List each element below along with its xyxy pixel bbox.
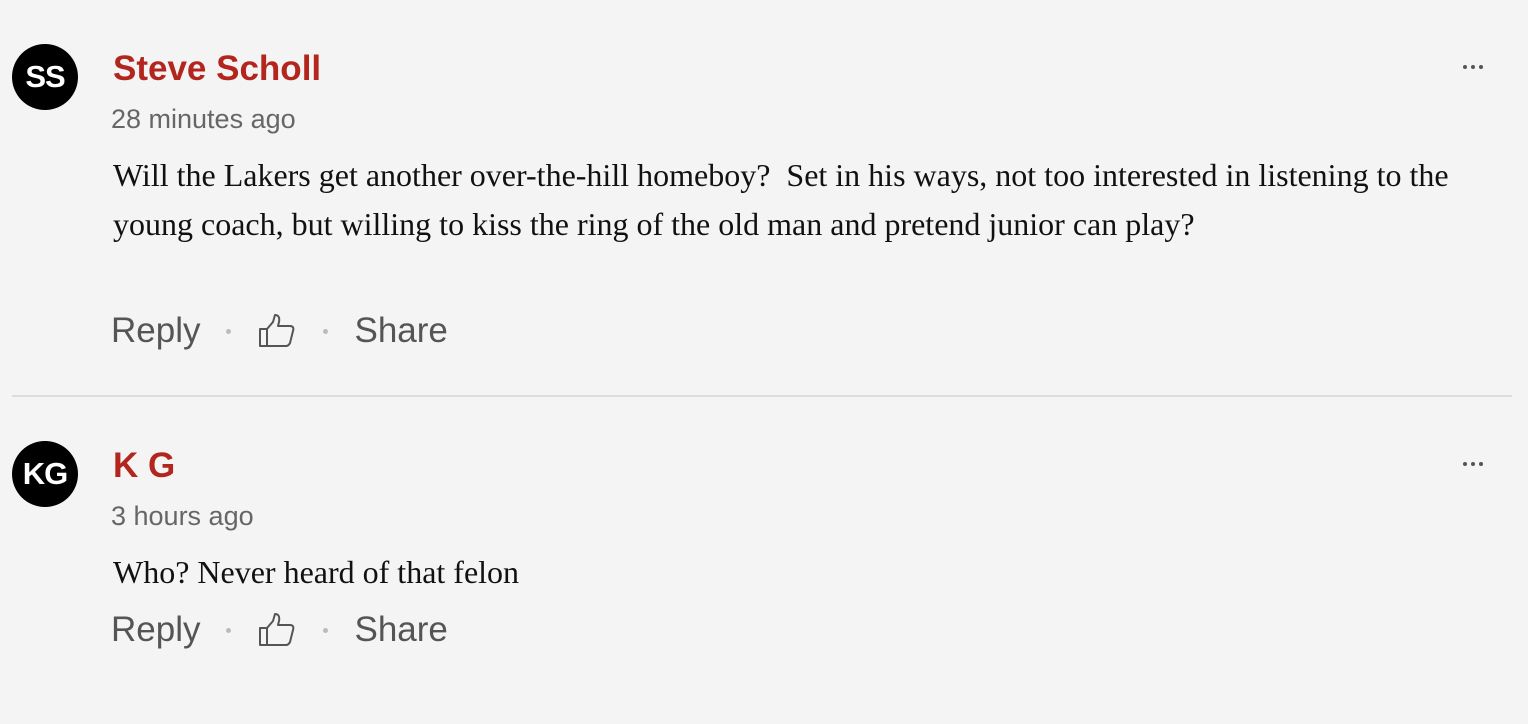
comment: SS Steve Scholl 28 minutes ago Will the … bbox=[0, 0, 1528, 396]
comment-body: Will the Lakers get another over-the-hil… bbox=[113, 157, 1457, 242]
author-name[interactable]: Steve Scholl bbox=[113, 48, 321, 90]
separator-dot bbox=[226, 328, 232, 334]
comment-body: Who? Never heard of that felon bbox=[113, 554, 520, 590]
separator-dot bbox=[323, 328, 329, 334]
reply-button[interactable]: Reply bbox=[111, 311, 200, 351]
more-dot bbox=[1463, 65, 1467, 69]
separator-dot bbox=[226, 627, 232, 633]
separator-dot bbox=[323, 627, 329, 633]
thumbs-up-icon[interactable] bbox=[257, 610, 297, 650]
more-dot bbox=[1471, 65, 1475, 69]
avatar[interactable]: KG bbox=[12, 441, 78, 507]
more-dot bbox=[1479, 65, 1483, 69]
share-button[interactable]: Share bbox=[354, 610, 447, 650]
comment-actions: Reply Share bbox=[111, 309, 448, 353]
more-dot bbox=[1463, 462, 1467, 466]
comment-actions: Reply Share bbox=[111, 608, 448, 652]
reply-button[interactable]: Reply bbox=[111, 610, 200, 650]
comment: KG K G 3 hours ago Who? Never heard of t… bbox=[0, 397, 1528, 724]
thumbs-up-icon[interactable] bbox=[257, 311, 297, 351]
comment-timestamp: 3 hours ago bbox=[111, 501, 254, 531]
more-options-icon[interactable] bbox=[1458, 52, 1488, 82]
more-options-icon[interactable] bbox=[1458, 449, 1488, 479]
more-dot bbox=[1479, 462, 1483, 466]
share-button[interactable]: Share bbox=[354, 311, 447, 351]
more-dot bbox=[1471, 462, 1475, 466]
author-name[interactable]: K G bbox=[113, 445, 175, 487]
comment-timestamp: 28 minutes ago bbox=[111, 104, 296, 134]
avatar[interactable]: SS bbox=[12, 44, 78, 110]
